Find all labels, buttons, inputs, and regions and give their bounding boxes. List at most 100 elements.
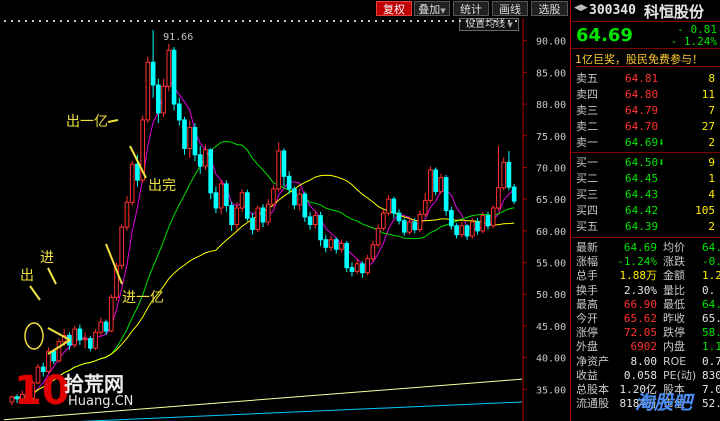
candle: [150, 61, 156, 86]
orderbook-row[interactable]: 买五 64.39 2: [571, 219, 720, 234]
stat-label: 跌停: [663, 326, 685, 340]
stats-row: 今开 65.62 昨收 65.: [571, 312, 720, 326]
candle: [171, 49, 177, 105]
candle: [354, 263, 360, 272]
orderbook-row[interactable]: 卖一 64.69⬇ 2: [571, 135, 720, 150]
candle: [475, 221, 480, 232]
stats-row: 总手 1.88万 金额 1.2: [571, 269, 720, 283]
orderbook-volume: 8: [708, 72, 715, 85]
stock-code: 300340: [589, 3, 636, 18]
candle: [213, 192, 219, 209]
candle: [407, 221, 412, 233]
divider: [571, 237, 720, 238]
stat-label: 今开: [576, 312, 598, 325]
stat-value: -1.24%: [617, 255, 657, 269]
stats-row: 最高 66.90 最低 64.: [571, 298, 720, 312]
annotation-label: 出一亿: [66, 114, 108, 130]
orderbook-row[interactable]: 买四 64.42 105: [571, 203, 720, 218]
stat-label: 涨幅: [576, 255, 598, 269]
orderbook-row[interactable]: 买一 64.50⬇ 9: [571, 155, 720, 170]
candle: [145, 61, 151, 121]
candle: [297, 193, 302, 206]
candle: [135, 163, 140, 181]
annotations: 出一亿出完进出进一亿: [20, 114, 176, 355]
stat-label: 总手: [576, 269, 598, 283]
stat-value: 1.88万: [619, 269, 658, 283]
candle: [197, 154, 203, 167]
huaxian-button[interactable]: 画线: [492, 1, 528, 16]
stat-label: 涨停: [576, 326, 598, 340]
orderbook-volume: 4: [708, 188, 715, 201]
candle: [449, 210, 454, 227]
stat-label: 均价: [663, 241, 685, 254]
y-tick-label: 65.00: [536, 195, 566, 206]
candle: [239, 192, 245, 209]
y-tick-label: 60.00: [536, 227, 566, 238]
annotation-arrow: [47, 267, 57, 285]
orderbook-price: 64.39: [625, 220, 659, 233]
orderbook-label: 卖五: [576, 72, 598, 85]
orderbook-row[interactable]: 卖三 64.79 7: [571, 103, 720, 118]
orderbook-row[interactable]: 卖四 64.80 11: [571, 87, 720, 102]
stat-label: 涨跌: [663, 255, 685, 269]
orderbook-price: 64.42: [625, 204, 659, 217]
annotation-label: 出完: [148, 178, 176, 194]
stat-value: 0.058: [623, 368, 657, 382]
nav-arrows-icon[interactable]: ◀▶: [574, 3, 588, 13]
orderbook-row[interactable]: 卖二 64.70 27: [571, 119, 720, 134]
candle: [265, 203, 271, 223]
stat-value: 8.00: [630, 354, 658, 368]
candle: [176, 103, 182, 121]
candle: [234, 207, 240, 225]
orderbook-volume: 2: [708, 220, 715, 233]
y-tick-label: 35.00: [536, 385, 566, 396]
stat-label: 内盘: [663, 340, 685, 354]
stat-value: 830: [702, 368, 720, 382]
candle: [292, 188, 297, 206]
candle: [77, 328, 83, 341]
candle: [124, 201, 130, 228]
stat-label: 量比: [663, 283, 685, 297]
promo-link[interactable]: 1亿巨奖，股民免费参与！: [575, 51, 720, 67]
stat-label: 换手: [576, 283, 598, 297]
candle: [433, 169, 438, 193]
candlestick-chart[interactable]: 91.66 35.00 40.00 45.00 50.00 55.00 60.00 65.0…: [0, 18, 570, 421]
candle: [93, 331, 98, 349]
candle: [302, 193, 308, 218]
candle: [224, 183, 229, 206]
annotation-label: 出: [20, 268, 34, 284]
orderbook-row[interactable]: 买二 64.45 1: [571, 171, 720, 186]
candle: [88, 338, 93, 349]
orderbook-volume: 27: [701, 120, 715, 133]
stat-value: 64.: [702, 297, 720, 311]
stat-label: ROE: [663, 354, 687, 368]
orderbook-price: 64.81: [625, 72, 659, 85]
fuquan-button[interactable]: 复权: [376, 1, 412, 16]
candle: [82, 338, 88, 341]
y-tick-label: 90.00: [536, 37, 566, 48]
orderbook-volume: 105: [695, 204, 715, 217]
stats-row: 净资产 8.00 ROE 0.7: [571, 355, 720, 369]
stats-row: 收益 0.058 PE(动) 830: [571, 369, 720, 383]
xuangu-button[interactable]: 选股: [531, 1, 568, 16]
diejia-button[interactable]: 叠加▼: [414, 1, 450, 16]
candle: [490, 207, 496, 227]
y-tick-label: 80.00: [536, 100, 566, 111]
orderbook-row[interactable]: 卖五 64.81 8: [571, 71, 720, 86]
tongji-button[interactable]: 统计: [453, 1, 489, 16]
divider: [571, 152, 720, 153]
candle: [312, 215, 318, 226]
candle: [428, 169, 433, 201]
orderbook-row[interactable]: 买三 64.43 4: [571, 187, 720, 202]
candle: [192, 127, 198, 156]
candle: [401, 220, 407, 233]
y-tick-label: 70.00: [536, 163, 566, 174]
candle: [365, 258, 370, 274]
taoguba-watermark: 淘股吧: [635, 392, 693, 414]
candle: [56, 341, 62, 362]
candle: [260, 207, 266, 223]
stats-row: 涨幅 -1.24% 涨跌 -0.: [571, 255, 720, 269]
candle: [375, 227, 381, 246]
stat-label: 外盘: [576, 340, 598, 354]
candle: [108, 296, 114, 332]
